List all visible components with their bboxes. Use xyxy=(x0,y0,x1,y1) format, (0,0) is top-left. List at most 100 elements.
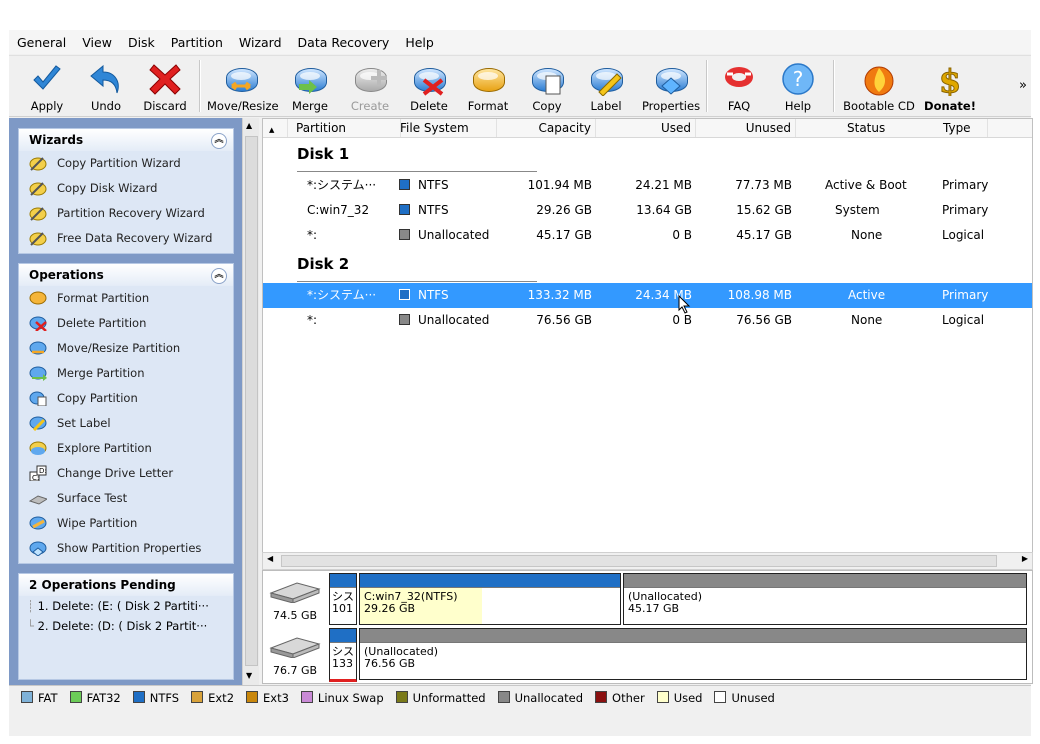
action-panel: Wizards ︽ Copy Partition Wizard Copy Disk… xyxy=(9,118,242,685)
scroll-down-icon[interactable]: ▼ xyxy=(246,671,252,680)
scroll-right-icon[interactable]: ▶ xyxy=(1022,554,1028,563)
drive-letter-icon: C:D: xyxy=(29,465,47,481)
legend-ntfs: NTFS xyxy=(132,691,179,705)
table-row[interactable]: *:システム··· NTFS 101.94 MB 24.21 MB 77.73 … xyxy=(263,173,1032,198)
merge-button[interactable]: Merge xyxy=(281,56,339,116)
menu-view[interactable]: View xyxy=(74,35,120,50)
disk-map-unallocated[interactable]: (Unallocated) 76.56 GB xyxy=(359,628,1027,680)
cell-file-system: Unallocated xyxy=(399,223,489,248)
set-label-item[interactable]: Set Label xyxy=(19,411,233,436)
copy-button[interactable]: Copy xyxy=(518,56,576,116)
move-resize-button[interactable]: Move/Resize xyxy=(207,56,279,116)
table-row[interactable]: C:win7_32 NTFS 29.26 GB 13.64 GB 15.62 G… xyxy=(263,198,1032,223)
donate-button[interactable]: $ Donate! xyxy=(921,56,979,116)
disk-map-partition[interactable]: シス 101 xyxy=(329,573,357,625)
side-panel-scrollbar[interactable]: ▲ ▼ xyxy=(242,118,259,685)
properties-label: Properties xyxy=(641,99,701,113)
wizards-header[interactable]: Wizards ︽ xyxy=(19,129,233,151)
column-used[interactable]: Used xyxy=(595,119,696,137)
menu-help[interactable]: Help xyxy=(397,35,442,50)
table-row[interactable]: *: Unallocated 45.17 GB 0 B 45.17 GB Non… xyxy=(263,223,1032,248)
cell-type: Logical xyxy=(942,313,985,327)
copy-label: Copy xyxy=(532,99,562,113)
menu-general[interactable]: General xyxy=(9,35,74,50)
set-label-icon xyxy=(29,416,47,431)
cell-capacity: 101.94 MB xyxy=(527,178,592,192)
merge-partition-item[interactable]: Merge Partition xyxy=(19,361,233,386)
column-capacity[interactable]: Capacity xyxy=(495,119,596,137)
copy-partition-item[interactable]: Copy Partition xyxy=(19,386,233,411)
table-row-selected[interactable]: *:システム··· NTFS 133.32 MB 24.34 MB 108.98… xyxy=(263,283,1032,308)
bootable-cd-label: Bootable CD xyxy=(843,99,915,113)
legend-label: Unformatted xyxy=(412,691,486,705)
collapse-icon[interactable]: ︽ xyxy=(211,133,227,149)
discard-button[interactable]: Discard xyxy=(136,56,194,116)
hard-drive-icon xyxy=(269,637,321,658)
disk-1-heading[interactable]: Disk 1 xyxy=(297,145,349,163)
pending-item[interactable]: └ 2. Delete: (D: ( Disk 2 Partit··· xyxy=(19,616,233,636)
scrollbar-thumb[interactable] xyxy=(281,555,997,567)
label-button[interactable]: Label xyxy=(577,56,635,116)
create-button[interactable]: Create xyxy=(341,56,399,116)
scrollbar-thumb[interactable] xyxy=(245,136,258,666)
legend-label: Other xyxy=(612,691,645,705)
legend-label: Ext3 xyxy=(263,691,289,705)
properties-button[interactable]: Properties xyxy=(639,56,703,116)
disk-map-partition-c[interactable]: C:win7_32(NTFS) 29.26 GB xyxy=(359,573,621,625)
copy-partition-wizard-item[interactable]: Copy Partition Wizard xyxy=(19,151,233,176)
disk-map-row-1[interactable]: 74.5 GB シス 101 C:win7_32(NTFS) 29.26 GB (U… xyxy=(263,571,1032,625)
svg-text:?: ? xyxy=(793,67,804,91)
column-type[interactable]: Type xyxy=(939,119,1033,137)
header-sort-arrow-icon[interactable]: ▲ xyxy=(263,119,288,137)
disk-map-unallocated[interactable]: (Unallocated) 45.17 GB xyxy=(623,573,1027,625)
undo-button[interactable]: Undo xyxy=(77,56,135,116)
column-partition[interactable]: Partition xyxy=(288,119,401,137)
partition-size: 133 xyxy=(332,657,353,670)
cell-unused: 45.17 GB xyxy=(736,228,792,242)
change-drive-letter-item[interactable]: C: D: Change Drive Letter xyxy=(19,461,233,486)
menu-data-recovery[interactable]: Data Recovery xyxy=(290,35,398,50)
move-resize-partition-item[interactable]: Move/Resize Partition xyxy=(19,336,233,361)
legend-bar: FAT FAT32 NTFS Ext2 Ext3 Linux Swap Unfo… xyxy=(9,685,1031,710)
legend-label: FAT32 xyxy=(86,691,121,705)
help-button[interactable]: ? Help xyxy=(769,56,827,116)
format-partition-item[interactable]: Format Partition xyxy=(19,286,233,311)
copy-disk-wizard-item[interactable]: Copy Disk Wizard xyxy=(19,176,233,201)
show-partition-properties-item[interactable]: Show Partition Properties xyxy=(19,536,233,561)
pending-item[interactable]: ┊ 1. Delete: (E: ( Disk 2 Partiti··· xyxy=(19,596,233,616)
table-row[interactable]: *: Unallocated 76.56 GB 0 B 76.56 GB Non… xyxy=(263,308,1032,333)
scroll-up-icon[interactable]: ▲ xyxy=(246,121,252,130)
label-label: Label xyxy=(590,99,622,113)
menu-disk[interactable]: Disk xyxy=(120,35,163,50)
disk-2-heading[interactable]: Disk 2 xyxy=(297,255,349,273)
partition-recovery-wizard-item[interactable]: Partition Recovery Wizard xyxy=(19,201,233,226)
faq-button[interactable]: FAQ xyxy=(710,56,768,116)
apply-button[interactable]: Apply xyxy=(18,56,76,116)
partition-text: シス 101 xyxy=(330,588,356,615)
delete-button[interactable]: Delete xyxy=(400,56,458,116)
operation-label: Explore Partition xyxy=(57,441,152,455)
svg-text:$: $ xyxy=(939,62,961,96)
bootable-cd-button[interactable]: Bootable CD xyxy=(843,56,915,116)
copy-partition-icon xyxy=(29,391,47,406)
free-data-recovery-wizard-item[interactable]: Free Data Recovery Wizard xyxy=(19,226,233,251)
format-button[interactable]: Format xyxy=(459,56,517,116)
wipe-partition-item[interactable]: Wipe Partition xyxy=(19,511,233,536)
menu-wizard[interactable]: Wizard xyxy=(231,35,290,50)
ntfs-bar xyxy=(360,574,620,588)
scroll-left-icon[interactable]: ◀ xyxy=(267,554,273,563)
disk-map-row-2[interactable]: 76.7 GB シス 133 (Unallocated) 76.56 GB xyxy=(263,626,1032,682)
column-unused[interactable]: Unused xyxy=(695,119,796,137)
column-file-system[interactable]: File System xyxy=(396,119,497,137)
operations-header[interactable]: Operations ︽ xyxy=(19,264,233,286)
delete-partition-item[interactable]: Delete Partition xyxy=(19,311,233,336)
donate-label: Donate! xyxy=(924,99,976,113)
explore-partition-item[interactable]: Explore Partition xyxy=(19,436,233,461)
surface-test-item[interactable]: Surface Test xyxy=(19,486,233,511)
menu-partition[interactable]: Partition xyxy=(163,35,231,50)
toolbar: Apply Undo Discard Move/Resize Merge Cre… xyxy=(9,55,1031,117)
collapse-icon[interactable]: ︽ xyxy=(211,268,227,284)
table-horizontal-scrollbar[interactable]: ◀ ▶ xyxy=(262,552,1033,570)
toolbar-overflow-icon[interactable]: » xyxy=(1019,78,1027,93)
disk-map-partition-selected[interactable]: シス 133 xyxy=(329,628,357,682)
